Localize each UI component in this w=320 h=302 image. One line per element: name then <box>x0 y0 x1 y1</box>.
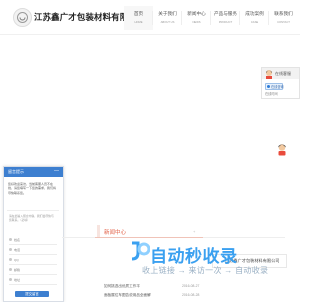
nav-item-contact[interactable]: 联系我们 CONTACT <box>269 6 298 30</box>
field-label: 地址 <box>14 278 21 282</box>
field-label: 电话 <box>14 248 21 252</box>
site-header: 江苏鑫广才包装材料有限公司 首页 HOME 关于我们 ABOUT US 新闻中心… <box>0 0 300 34</box>
leave-message-widget: 留言提示 — 您好欢迎来访，当前客服人员不在线，请您填写一下您的需求，我们将尽快… <box>3 166 64 302</box>
logo-icon <box>17 12 28 23</box>
service-panel-title: 在线客服 <box>275 71 291 76</box>
phone-field[interactable]: 电话 <box>9 247 57 255</box>
more-link[interactable]: + <box>193 229 195 234</box>
watermark-logo-icon <box>131 241 150 261</box>
qq-consult-label: 在线咨询 <box>271 85 284 89</box>
chat-welcome-message: 您好欢迎来访，当前客服人员不在线，请您填写一下您的需求，我们将尽快联系您。 <box>8 182 57 195</box>
tab-marker <box>97 225 100 237</box>
service-avatar-icon <box>266 70 272 79</box>
field-label: QQ <box>14 258 19 262</box>
news-tab-strip: 新闻中心 + <box>95 225 203 238</box>
nav-item-news[interactable]: 新闻中心 NEWS <box>182 6 211 30</box>
customer-service-toggle-icon[interactable] <box>276 143 288 156</box>
submit-message-button[interactable]: 提交留言 <box>15 291 49 297</box>
location-icon <box>9 278 12 281</box>
nav-label-en: CONTACT <box>277 20 290 24</box>
nav-label: 联系我们 <box>274 11 293 16</box>
company-logo[interactable] <box>13 8 32 27</box>
section-divider <box>62 225 95 238</box>
nav-item-about[interactable]: 关于我们 ABOUT US <box>153 6 182 30</box>
field-label: 姓名 <box>14 238 21 242</box>
nav-item-product[interactable]: 产品与服务 PRODUCT <box>211 6 240 30</box>
nav-label-en: ABOUT US <box>160 20 175 24</box>
main-nav: 首页 HOME 关于我们 ABOUT US 新闻中心 NEWS 产品与服务 PR… <box>124 6 298 30</box>
news-item-title[interactable]: 如何挑选出优质工作平 <box>104 284 140 289</box>
mail-icon <box>9 268 12 271</box>
message-textarea[interactable]: 请在此输入留言内容，我们会尽快与您联系。（必填） <box>9 214 55 222</box>
nav-label-en: PRODUCT <box>218 20 233 24</box>
nav-label: 关于我们 <box>158 11 177 16</box>
tab-news[interactable]: 新闻中心 <box>104 228 126 236</box>
watermark-title: 自动秒收录 <box>150 247 238 266</box>
chat-divider <box>7 210 59 211</box>
news-item-title[interactable]: 面板展位车图告说用品全面解 <box>104 293 151 298</box>
email-field[interactable]: 邮箱 <box>9 267 57 275</box>
news-item-date: 2016-08-28 <box>182 293 200 297</box>
field-label: 邮箱 <box>14 268 21 272</box>
name-field[interactable]: 姓名 <box>9 237 57 245</box>
online-service-panel: 在线客服 在线咨询 在线时间 <box>261 67 300 99</box>
nav-item-case[interactable]: 成功案例 CASE <box>240 6 269 30</box>
service-status: 在线时间 <box>265 92 278 96</box>
news-item-date: 2016-08-27 <box>182 284 200 288</box>
chat-title: 留言提示 <box>8 169 24 174</box>
nav-label: 新闻中心 <box>187 11 206 16</box>
nav-label-en: NEWS <box>192 20 201 24</box>
qq-field[interactable]: QQ <box>9 257 57 265</box>
user-icon <box>9 238 12 241</box>
contact-header-strip <box>203 225 285 238</box>
phone-icon <box>9 248 12 251</box>
nav-label: 成功案例 <box>245 11 264 16</box>
watermark: 自动秒收录 收上链接 → 来访一次 → 自动收录 <box>128 240 298 276</box>
qq-consult-button[interactable]: 在线咨询 <box>265 83 284 90</box>
nav-label-en: CASE <box>250 20 259 24</box>
nav-item-home[interactable]: 首页 HOME <box>124 6 153 30</box>
nav-label: 产品与服务 <box>214 11 237 16</box>
service-panel-header: 在线客服 <box>262 68 299 79</box>
qq-icon <box>267 85 270 88</box>
address-field[interactable]: 地址 <box>9 277 57 285</box>
chat-header: 留言提示 — <box>4 167 63 177</box>
nav-label-en: HOME <box>134 20 143 24</box>
watermark-subtitle: 收上链接 → 来访一次 → 自动收录 <box>142 266 269 275</box>
minimize-icon[interactable]: — <box>54 168 59 174</box>
qq-icon <box>9 258 12 261</box>
nav-label: 首页 <box>133 11 144 16</box>
